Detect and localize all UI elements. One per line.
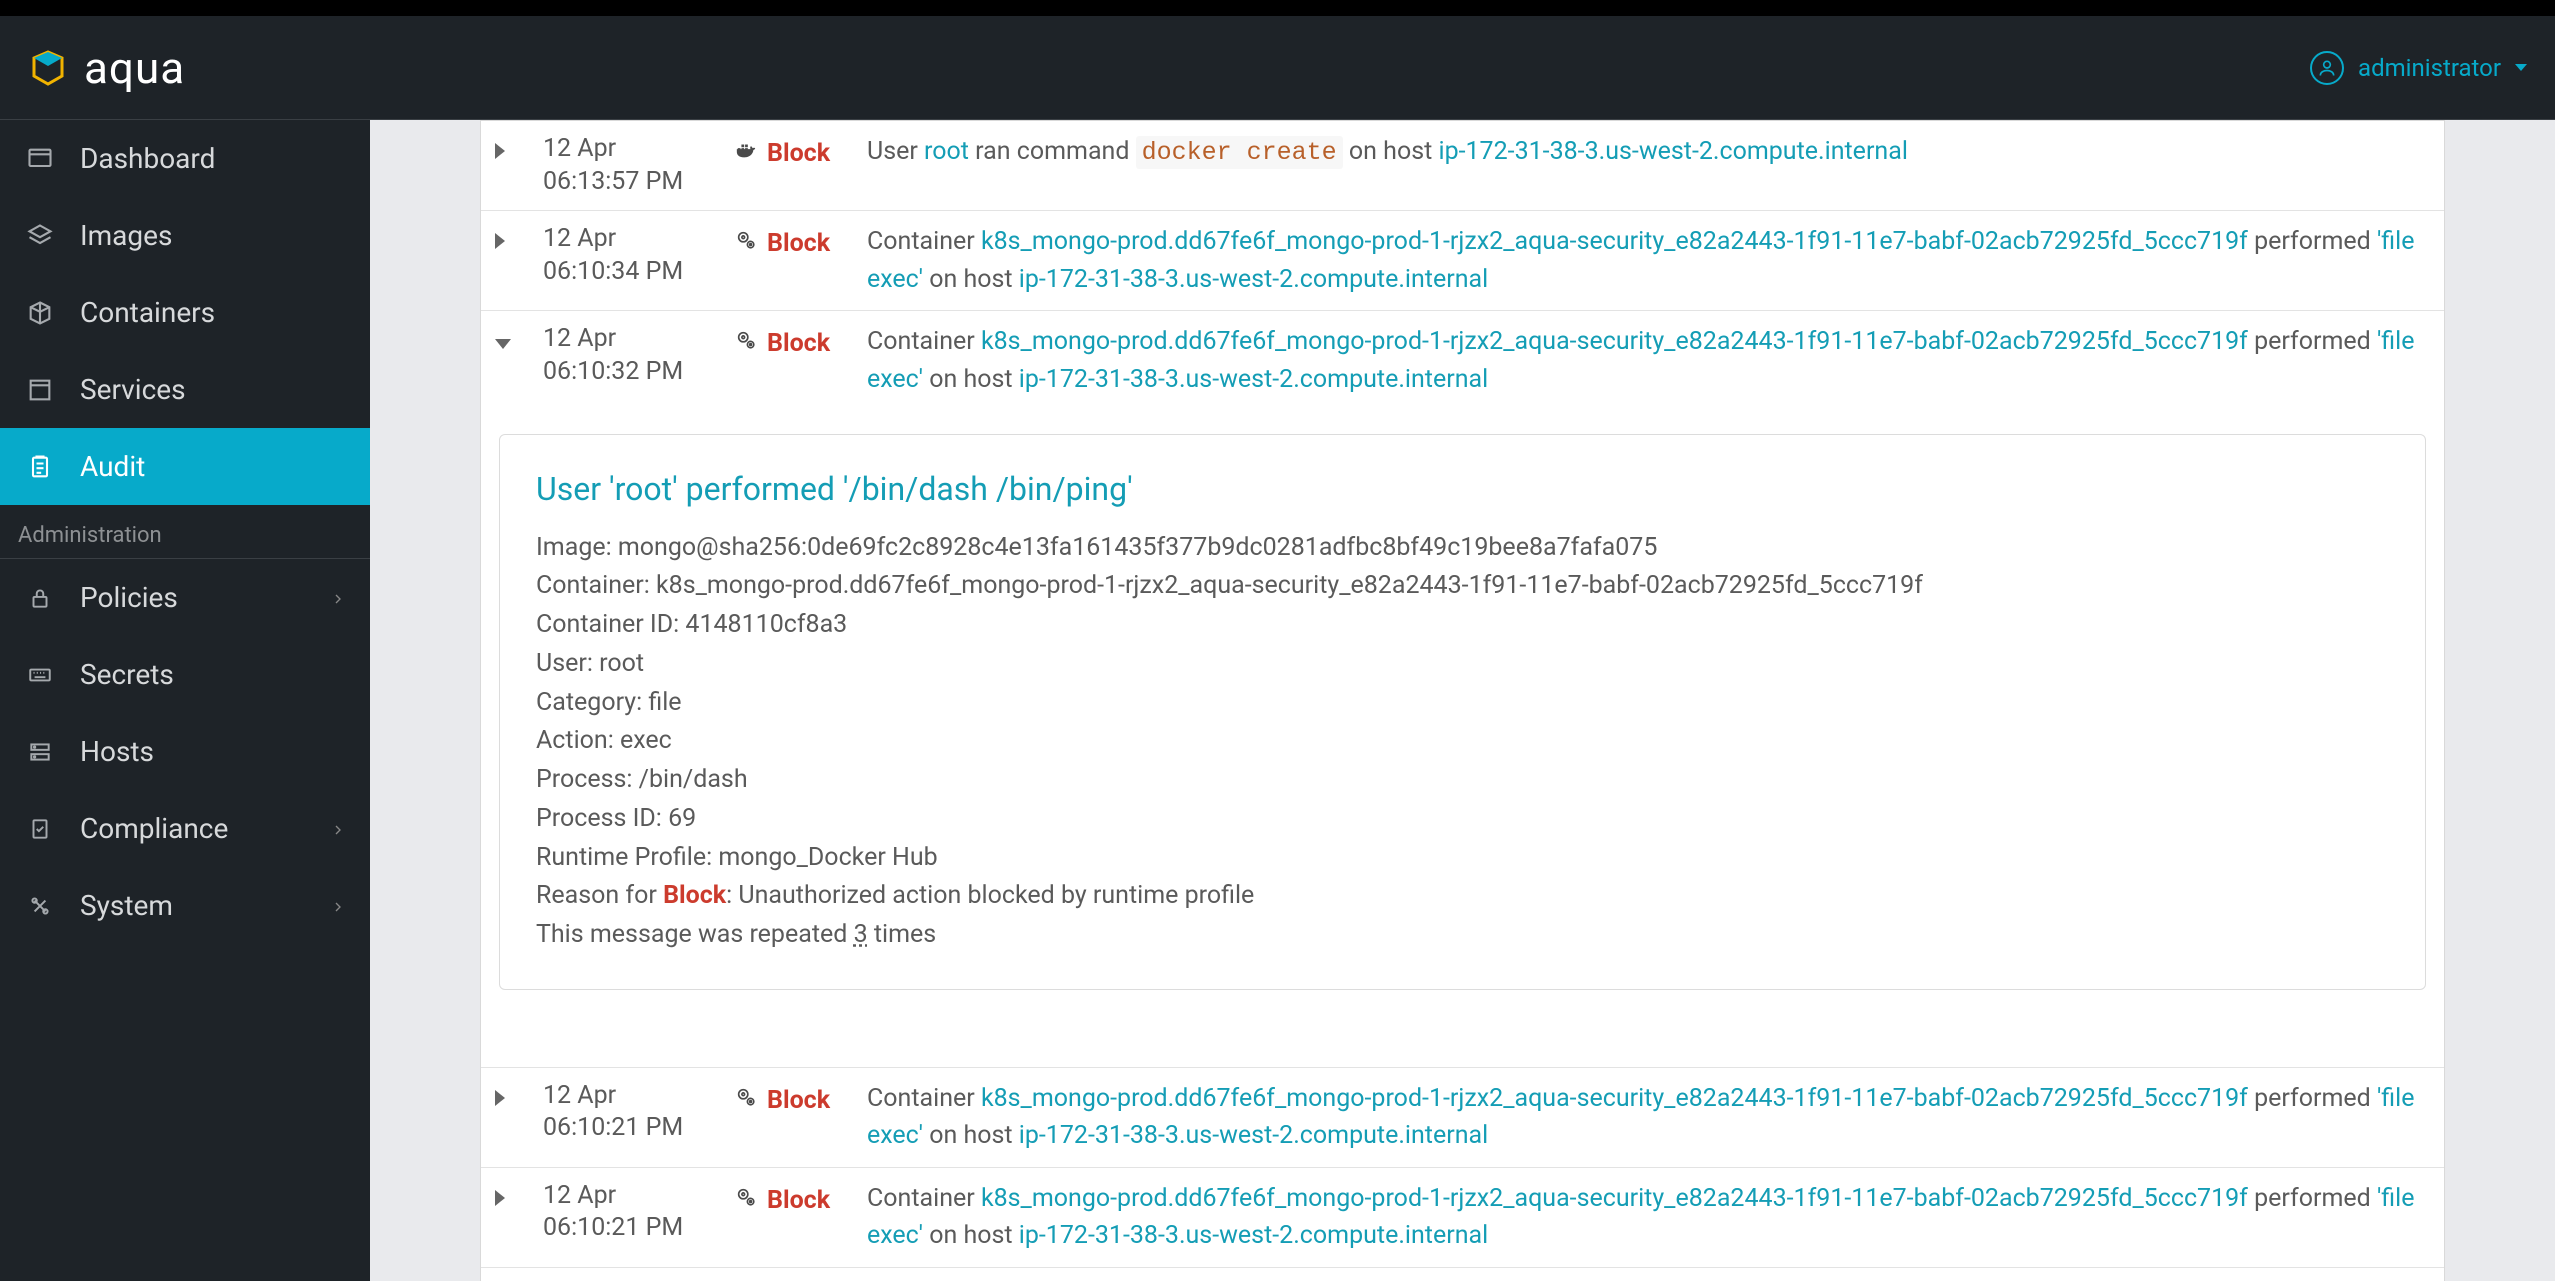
- cube-icon: [24, 297, 56, 329]
- nav-compliance[interactable]: Compliance: [0, 790, 370, 867]
- user-name: administrator: [2358, 54, 2501, 82]
- action-cell: Block: [735, 1180, 845, 1215]
- layers-icon: [24, 220, 56, 252]
- action-cell: Block: [735, 133, 845, 168]
- nav-services[interactable]: Services: [0, 351, 370, 428]
- audit-row[interactable]: 12 Apr06:10:21 PM Block Container k8s_mo…: [481, 1168, 2444, 1268]
- server-icon: [24, 736, 56, 768]
- nav-containers[interactable]: Containers: [0, 274, 370, 351]
- nav-label: Secrets: [80, 658, 174, 691]
- timestamp: 12 Apr06:13:57 PM: [543, 133, 713, 198]
- brand-text: aqua: [84, 42, 185, 94]
- audit-row[interactable]: 12 Apr06:10:21 PM Block Container k8s_mo…: [481, 1068, 2444, 1168]
- gap: [481, 1014, 2444, 1068]
- timestamp: 12 Apr06:10:21 PM: [543, 1180, 713, 1245]
- description: Container k8s_mongo-prod.dd67fe6f_mongo-…: [867, 1080, 2430, 1155]
- nav-label: Containers: [80, 296, 215, 329]
- chevron-right-icon[interactable]: [495, 223, 521, 256]
- timestamp: 12 Apr06:10:32 PM: [543, 323, 713, 388]
- chevron-right-icon[interactable]: [495, 1080, 521, 1113]
- black-topstrip: [0, 0, 2555, 16]
- action-label: Block: [767, 139, 830, 168]
- detail-user: User: root: [536, 645, 2389, 684]
- detail-image: Image: mongo@sha256:0de69fc2c8928c4e13fa…: [536, 529, 2389, 568]
- nav-label: Images: [80, 219, 172, 252]
- caret-down-icon: [2515, 64, 2527, 71]
- audit-row[interactable]: 12 Apr06:10:21 PM Block Container k8s_mo…: [481, 1268, 2444, 1281]
- nav-hosts[interactable]: Hosts: [0, 713, 370, 790]
- detail-action: Action: exec: [536, 722, 2389, 761]
- gear-icon: [735, 1186, 759, 1215]
- timestamp: 12 Apr06:10:21 PM: [543, 1080, 713, 1145]
- check-icon: [24, 813, 56, 845]
- nav-images[interactable]: Images: [0, 197, 370, 274]
- docker-icon: [735, 139, 759, 168]
- audit-row[interactable]: 12 Apr06:13:57 PM Block User root ran co…: [481, 121, 2444, 211]
- gear-icon: [735, 1086, 759, 1115]
- sidebar: Dashboard Images Containers Services Audit A…: [0, 120, 370, 1281]
- gear-icon: [735, 229, 759, 258]
- admin-header: Administration: [0, 505, 370, 558]
- detail-reason: Reason for Block: Unauthorized action bl…: [536, 877, 2389, 916]
- nav-label: Audit: [80, 450, 145, 483]
- detail-pid: Process ID: 69: [536, 800, 2389, 839]
- detail-title: User 'root' performed '/bin/dash /bin/pi…: [536, 465, 2389, 515]
- nav-secrets[interactable]: Secrets: [0, 636, 370, 713]
- nav-policies[interactable]: Policies: [0, 559, 370, 636]
- clipboard-icon: [24, 451, 56, 483]
- nav-label: Dashboard: [80, 142, 215, 175]
- detail-repeat: This message was repeated 3 times: [536, 916, 2389, 955]
- chevron-right-icon[interactable]: [495, 1180, 521, 1213]
- action-label: Block: [767, 1186, 830, 1215]
- description: Container k8s_mongo-prod.dd67fe6f_mongo-…: [867, 223, 2430, 298]
- description: Container k8s_mongo-prod.dd67fe6f_mongo-…: [867, 323, 2430, 398]
- tools-icon: [24, 890, 56, 922]
- audit-row[interactable]: 12 Apr06:10:32 PM Block Container k8s_mo…: [481, 311, 2444, 410]
- nav-label: Services: [80, 373, 186, 406]
- lock-icon: [24, 582, 56, 614]
- nav-label: Hosts: [80, 735, 154, 768]
- logo-icon: [28, 48, 68, 88]
- nav-system[interactable]: System: [0, 867, 370, 944]
- keyboard-icon: [24, 659, 56, 691]
- nav-audit[interactable]: Audit: [0, 428, 370, 505]
- detail-profile: Runtime Profile: mongo_Docker Hub: [536, 839, 2389, 878]
- nav-dashboard[interactable]: Dashboard: [0, 120, 370, 197]
- action-cell: Block: [735, 223, 845, 258]
- timestamp: 12 Apr06:10:34 PM: [543, 223, 713, 288]
- user-menu[interactable]: administrator: [2310, 51, 2527, 85]
- audit-detail: User 'root' performed '/bin/dash /bin/pi…: [499, 434, 2426, 990]
- detail-process: Process: /bin/dash: [536, 761, 2389, 800]
- detail-container: Container: k8s_mongo-prod.dd67fe6f_mongo…: [536, 567, 2389, 606]
- description: Container k8s_mongo-prod.dd67fe6f_mongo-…: [867, 1180, 2430, 1255]
- main-content: 12 Apr06:13:57 PM Block User root ran co…: [370, 120, 2555, 1281]
- action-label: Block: [767, 329, 830, 358]
- action-cell: Block: [735, 323, 845, 358]
- chevron-right-icon: [330, 812, 346, 845]
- chevron-right-icon[interactable]: [495, 133, 521, 166]
- window-icon: [24, 374, 56, 406]
- nav-label: System: [80, 889, 173, 922]
- detail-container-id: Container ID: 4148110cf8a3: [536, 606, 2389, 645]
- audit-row[interactable]: 12 Apr06:10:34 PM Block Container k8s_mo…: [481, 211, 2444, 311]
- action-label: Block: [767, 1086, 830, 1115]
- description: User root ran command docker create on h…: [867, 133, 2430, 172]
- nav-label: Policies: [80, 581, 178, 614]
- nav-label: Compliance: [80, 812, 228, 845]
- detail-category: Category: file: [536, 684, 2389, 723]
- user-icon: [2310, 51, 2344, 85]
- topbar: aqua administrator: [0, 16, 2555, 120]
- chevron-down-icon[interactable]: [495, 323, 521, 356]
- logo[interactable]: aqua: [28, 42, 185, 94]
- action-cell: Block: [735, 1080, 845, 1115]
- chevron-right-icon: [330, 581, 346, 614]
- dashboard-icon: [24, 143, 56, 175]
- chevron-right-icon: [330, 889, 346, 922]
- gear-icon: [735, 329, 759, 358]
- audit-panel: 12 Apr06:13:57 PM Block User root ran co…: [480, 120, 2445, 1281]
- action-label: Block: [767, 229, 830, 258]
